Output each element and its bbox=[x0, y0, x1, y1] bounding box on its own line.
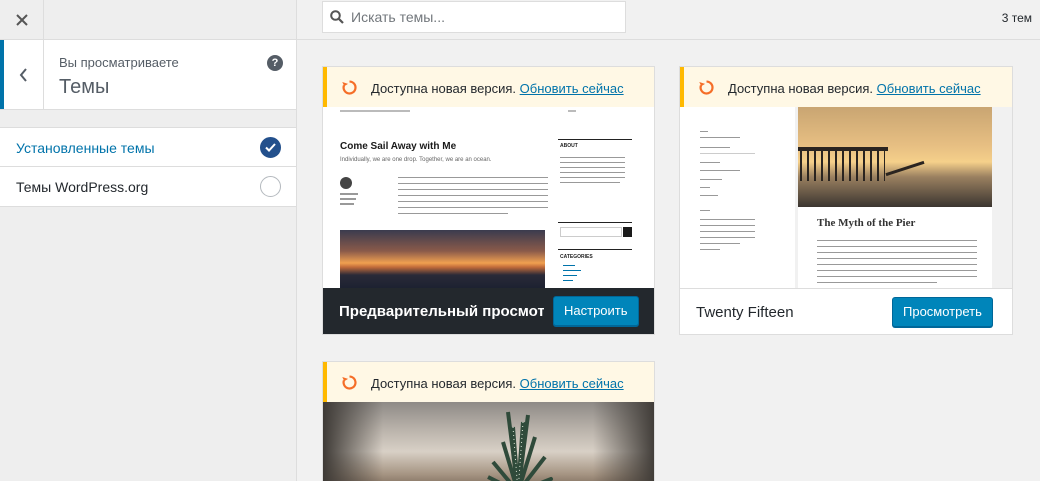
search-icon bbox=[330, 10, 344, 24]
themes-panel: 3 тем Доступна новая версия. Обновить се… bbox=[297, 0, 1040, 481]
theme-source-filter: Установленные темы Темы WordPress.org bbox=[0, 127, 296, 207]
checkmark-icon[interactable] bbox=[260, 137, 281, 158]
notice-text: Доступна новая версия. bbox=[371, 376, 517, 391]
theme-screenshot bbox=[323, 402, 654, 481]
filter-installed-themes[interactable]: Установленные темы bbox=[0, 127, 296, 167]
customize-button[interactable]: Настроить bbox=[553, 296, 639, 326]
preview-post-subtitle: Individually, we are one drop. Together,… bbox=[340, 157, 492, 163]
filter-wporg-themes[interactable]: Темы WordPress.org bbox=[0, 167, 296, 207]
theme-screenshot: Come Sail Away with Me Individually, we … bbox=[323, 107, 654, 290]
theme-card-twentyfifteen[interactable]: Доступна новая версия. Обновить сейчас T… bbox=[679, 66, 1013, 335]
notice-text: Доступна новая версия. bbox=[371, 81, 517, 96]
update-now-link[interactable]: Обновить сейчас bbox=[877, 81, 981, 96]
customizer-sidebar: Вы просматриваете Темы ? Установленные т… bbox=[0, 0, 297, 481]
back-button[interactable] bbox=[0, 40, 44, 109]
update-notice: Доступна новая версия. Обновить сейчас bbox=[680, 67, 1012, 107]
theme-card-twentysixteen[interactable]: Доступна новая версия. Обновить сейчас C… bbox=[322, 66, 655, 335]
filter-label: Установленные темы bbox=[16, 140, 155, 156]
search-box bbox=[322, 1, 626, 33]
section-preaction: Вы просматриваете bbox=[59, 55, 179, 70]
sidebar-header bbox=[0, 0, 296, 40]
preview-post-title: The Myth of the Pier bbox=[817, 217, 916, 229]
preview-button[interactable]: Просмотреть bbox=[892, 297, 993, 327]
update-now-link[interactable]: Обновить сейчас bbox=[520, 376, 624, 391]
update-icon bbox=[342, 375, 357, 390]
notice-text: Доступна новая версия. bbox=[728, 81, 874, 96]
radio-icon[interactable] bbox=[260, 176, 281, 197]
theme-screenshot: The Myth of the Pier bbox=[680, 107, 1012, 290]
theme-actions-bar: Twenty Fifteen Просмотреть bbox=[680, 288, 1012, 334]
update-now-link[interactable]: Обновить сейчас bbox=[520, 81, 624, 96]
filter-label: Темы WordPress.org bbox=[16, 179, 149, 195]
close-button[interactable] bbox=[0, 0, 44, 40]
section-title: Темы bbox=[59, 76, 110, 98]
theme-count: 3 тем bbox=[1001, 11, 1032, 25]
update-icon bbox=[699, 80, 714, 95]
help-icon[interactable]: ? bbox=[267, 55, 283, 71]
theme-name: Предварительный просмотр: Тwenty Sixteen bbox=[339, 303, 544, 320]
theme-card-third[interactable]: Доступна новая версия. Обновить сейчас bbox=[322, 361, 655, 481]
update-notice: Доступна новая версия. Обновить сейчас bbox=[323, 67, 654, 107]
themes-toolbar: 3 тем bbox=[297, 0, 1040, 40]
update-icon bbox=[342, 80, 357, 95]
chevron-left-icon bbox=[19, 67, 27, 82]
theme-actions-bar: Предварительный просмотр: Тwenty Sixteen… bbox=[323, 288, 654, 334]
close-icon bbox=[15, 14, 28, 26]
preview-widget-categories: CATEGORIES bbox=[560, 254, 593, 260]
theme-name: Twenty Fifteen bbox=[696, 304, 794, 321]
preview-widget-about: ABOUT bbox=[560, 143, 578, 149]
search-input[interactable] bbox=[351, 2, 621, 32]
section-info: Вы просматриваете Темы ? bbox=[0, 40, 296, 110]
preview-post-title: Come Sail Away with Me bbox=[340, 141, 457, 152]
update-notice: Доступна новая версия. Обновить сейчас bbox=[323, 362, 654, 402]
